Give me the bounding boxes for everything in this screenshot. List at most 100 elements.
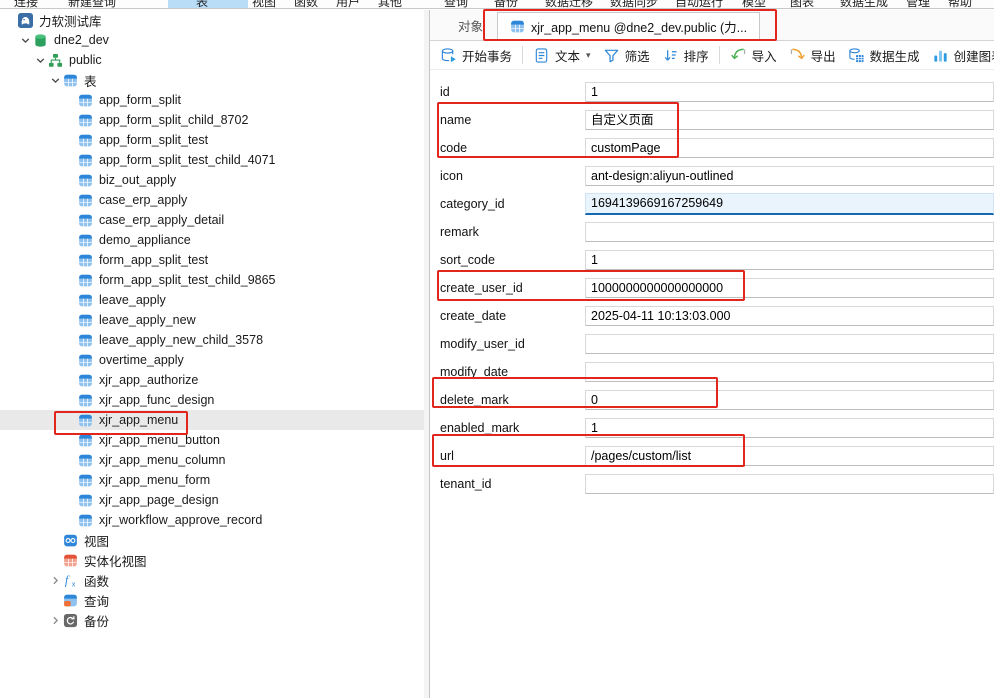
tree-item-实体化视图[interactable]: 实体化视图 (0, 550, 424, 570)
tree-item-public[interactable]: public (0, 50, 424, 70)
field-value-name[interactable]: 自定义页面 (585, 110, 994, 130)
field-value-remark[interactable] (585, 222, 994, 242)
toolbar-button-filter[interactable]: 筛选 (597, 43, 656, 68)
field-value-delete_mark[interactable]: 0 (585, 390, 994, 410)
field-value-enabled_mark[interactable]: 1 (585, 418, 994, 438)
main-toolbar-item[interactable]: 查询 (444, 0, 468, 9)
query-icon (63, 593, 78, 608)
tree-item-xjr_app_menu_form[interactable]: xjr_app_menu_form (0, 470, 424, 490)
toolbar-button-sort[interactable]: 排序 (656, 43, 715, 68)
tab-xjr-app-menu[interactable]: xjr_app_menu @dne2_dev.public (力... (497, 12, 760, 41)
main-toolbar-item[interactable]: 函数 (294, 0, 318, 9)
table-icon (510, 19, 525, 34)
toolbar-button-chart[interactable]: 创建图表 (926, 43, 994, 68)
toolbar-button-transaction[interactable]: 开始事务 (434, 43, 518, 68)
main-toolbar-item[interactable]: 用户 (336, 0, 360, 9)
tree-item-demo_appliance[interactable]: demo_appliance (0, 230, 424, 250)
tree-item-函数[interactable]: fx函数 (0, 570, 424, 590)
table-icon (78, 353, 93, 368)
field-label-name: name (440, 113, 585, 127)
main-toolbar-item[interactable]: 表 (196, 0, 208, 9)
tree-item-xjr_app_menu[interactable]: xjr_app_menu (0, 410, 424, 430)
table-icon (78, 133, 93, 148)
tree-item-leave_apply[interactable]: leave_apply (0, 290, 424, 310)
field-row-modify_user_id: modify_user_id (440, 330, 994, 358)
tree-item-xjr_workflow_approve_record[interactable]: xjr_workflow_approve_record (0, 510, 424, 530)
tree-item-表[interactable]: 表 (0, 70, 424, 90)
field-value-icon[interactable]: ant-design:aliyun-outlined (585, 166, 994, 186)
field-label-remark: remark (440, 225, 585, 239)
tree-item-视图[interactable]: 视图 (0, 530, 424, 550)
field-label-create_date: create_date (440, 309, 585, 323)
main-toolbar-item[interactable]: 连接 (14, 0, 38, 9)
chevron-down-icon[interactable] (49, 74, 62, 87)
tree-item-leave_apply_new[interactable]: leave_apply_new (0, 310, 424, 330)
record-fields: id1name自定义页面codecustomPageiconant-design… (430, 70, 994, 498)
toolbar-button-datagen[interactable]: 数据生成 (842, 43, 926, 68)
tree-item-leave_apply_new_child_3578[interactable]: leave_apply_new_child_3578 (0, 330, 424, 350)
field-value-id[interactable]: 1 (585, 82, 994, 102)
tree-item-xjr_app_menu_button[interactable]: xjr_app_menu_button (0, 430, 424, 450)
chevron-down-icon[interactable] (34, 54, 47, 67)
tree-item-xjr_app_page_design[interactable]: xjr_app_page_design (0, 490, 424, 510)
tree-item-label: xjr_app_page_design (99, 493, 219, 507)
field-value-create_date[interactable]: 2025-04-11 10:13:03.000 (585, 306, 994, 326)
main-toolbar-item[interactable]: 模型 (742, 0, 766, 9)
toolbar-button-label: 数据生成 (870, 46, 920, 65)
tree-item-case_erp_apply[interactable]: case_erp_apply (0, 190, 424, 210)
tree-item-form_app_split_test_child_9865[interactable]: form_app_split_test_child_9865 (0, 270, 424, 290)
main-toolbar-item[interactable]: 自动运行 (675, 0, 723, 9)
toolbar-button-import[interactable]: 导入 (724, 43, 783, 68)
main-toolbar-item[interactable]: 视图 (252, 0, 276, 9)
main-toolbar-item[interactable]: 备份 (494, 0, 518, 9)
main-toolbar-item[interactable]: 新建查询 (68, 0, 116, 9)
field-label-tenant_id: tenant_id (440, 477, 585, 491)
toolbar-button-label: 创建图表 (954, 46, 994, 65)
chevron-down-icon[interactable] (19, 34, 32, 47)
chevron-right-icon[interactable] (49, 574, 62, 587)
field-label-modify_user_id: modify_user_id (440, 337, 585, 351)
schema-icon (48, 53, 63, 68)
field-label-delete_mark: delete_mark (440, 393, 585, 407)
toolbar-button-text-doc[interactable]: 文本▾ (527, 43, 597, 68)
view-icon (63, 533, 78, 548)
main-toolbar-item[interactable]: 图表 (790, 0, 814, 9)
field-value-modify_user_id[interactable] (585, 334, 994, 354)
dropdown-caret-icon[interactable]: ▾ (586, 50, 591, 61)
tree-item-查询[interactable]: 查询 (0, 590, 424, 610)
tree-item-力软测试库[interactable]: 力软测试库 (0, 10, 424, 30)
tab-objects[interactable]: 对象 (444, 14, 497, 40)
main-toolbar-item[interactable]: 管理 (906, 0, 930, 9)
chevron-right-icon[interactable] (49, 614, 62, 627)
main-toolbar-item[interactable]: 其他 (378, 0, 402, 9)
main-toolbar-item[interactable]: 帮助 (948, 0, 972, 9)
tree-item-label: 力软测试库 (39, 11, 102, 30)
main-toolbar-item[interactable]: 数据生成 (840, 0, 888, 9)
tree-item-biz_out_apply[interactable]: biz_out_apply (0, 170, 424, 190)
tree-item-app_form_split_child_8702[interactable]: app_form_split_child_8702 (0, 110, 424, 130)
field-value-tenant_id[interactable] (585, 474, 994, 494)
field-value-modify_date[interactable] (585, 362, 994, 382)
tree-item-app_form_split[interactable]: app_form_split (0, 90, 424, 110)
field-value-url[interactable]: /pages/custom/list (585, 446, 994, 466)
tree-item-xjr_app_func_design[interactable]: xjr_app_func_design (0, 390, 424, 410)
toolbar-button-export[interactable]: 导出 (783, 43, 842, 68)
tree-item-app_form_split_test[interactable]: app_form_split_test (0, 130, 424, 150)
database-icon (33, 33, 48, 48)
main-toolbar-item[interactable]: 数据同步 (610, 0, 658, 9)
tree-item-dne2_dev[interactable]: dne2_dev (0, 30, 424, 50)
tree-item-备份[interactable]: 备份 (0, 610, 424, 630)
field-value-category_id[interactable]: 1694139669167259649 (585, 193, 994, 215)
main-toolbar-item[interactable]: 数据迁移 (545, 0, 593, 9)
tree-item-overtime_apply[interactable]: overtime_apply (0, 350, 424, 370)
table-icon (63, 73, 78, 88)
field-value-code[interactable]: customPage (585, 138, 994, 158)
tree-item-form_app_split_test[interactable]: form_app_split_test (0, 250, 424, 270)
tree-item-label: overtime_apply (99, 353, 184, 367)
field-value-sort_code[interactable]: 1 (585, 250, 994, 270)
field-value-create_user_id[interactable]: 1000000000000000000 (585, 278, 994, 298)
tree-item-case_erp_apply_detail[interactable]: case_erp_apply_detail (0, 210, 424, 230)
tree-item-xjr_app_authorize[interactable]: xjr_app_authorize (0, 370, 424, 390)
tree-item-xjr_app_menu_column[interactable]: xjr_app_menu_column (0, 450, 424, 470)
tree-item-app_form_split_test_child_4071[interactable]: app_form_split_test_child_4071 (0, 150, 424, 170)
